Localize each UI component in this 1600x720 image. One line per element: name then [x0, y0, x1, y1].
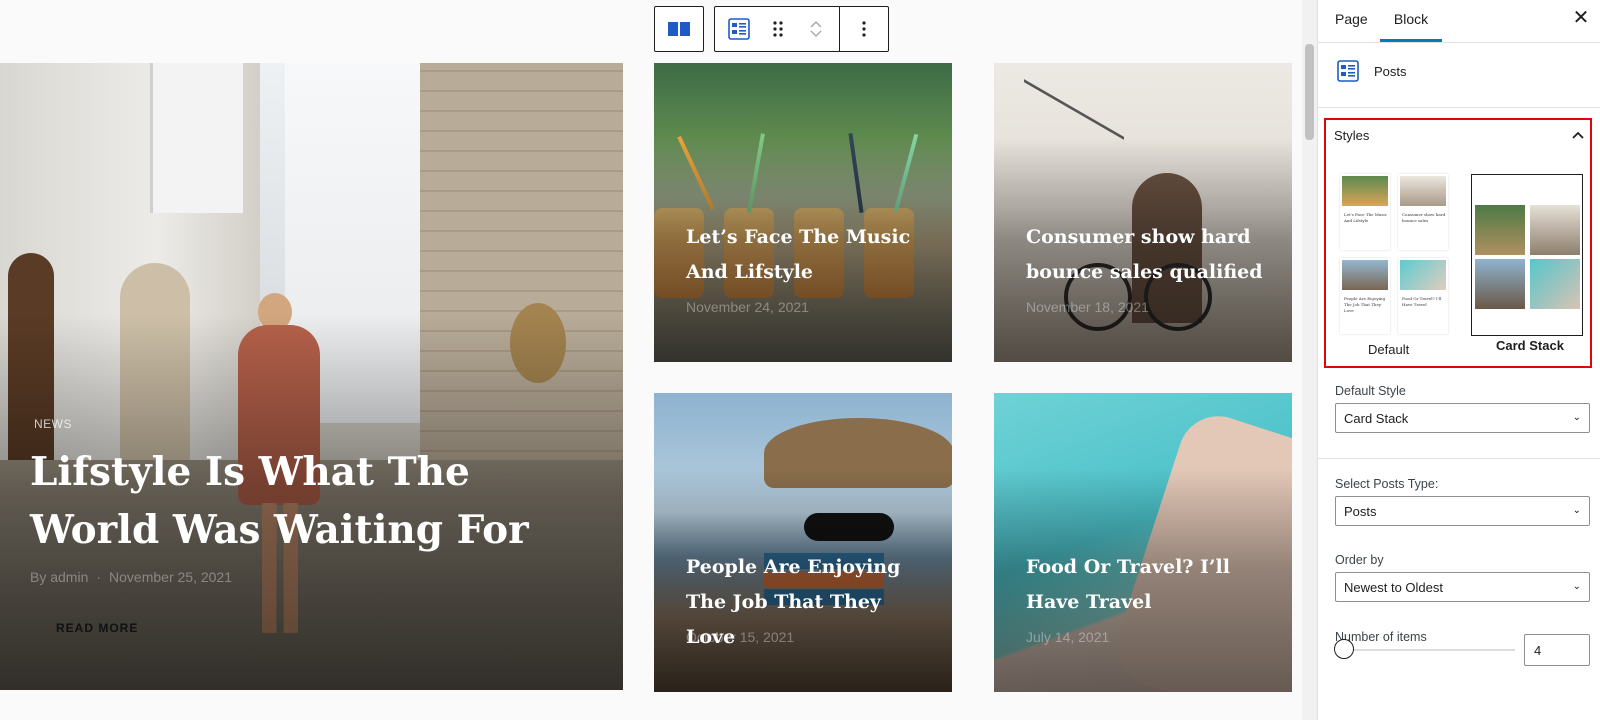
columns-icon[interactable]	[655, 6, 703, 52]
number-of-items-value: 4	[1534, 643, 1542, 658]
style-preview-image	[1400, 176, 1446, 206]
style-preview-card: People Are Enjoying The Job That They Lo…	[1340, 258, 1390, 334]
mover-controls	[793, 6, 839, 52]
style-preview-title: Let's Face The Music And Lifstyle	[1344, 212, 1387, 223]
slider-handle[interactable]	[1334, 639, 1354, 659]
order-by-select[interactable]: Newest to Oldest ⌄	[1335, 572, 1590, 602]
style-preview-card	[1475, 205, 1525, 255]
block-card: Posts	[1318, 43, 1600, 108]
post-title[interactable]: Food Or Travel? I’ll Have Travel	[1026, 550, 1276, 620]
posts-type-value: Posts	[1344, 504, 1377, 519]
default-style-value: Card Stack	[1344, 411, 1409, 426]
style-preview-card	[1530, 205, 1580, 255]
hero-meta: By admin · November 25, 2021	[30, 569, 232, 585]
hero-image-balcony	[150, 63, 243, 213]
toolbar-block-group	[714, 6, 889, 52]
close-icon[interactable]: ✕	[1570, 8, 1592, 30]
drag-handle-icon[interactable]	[763, 6, 793, 52]
post-date: November 24, 2021	[686, 299, 809, 315]
style-preview-card: Food Or Travel? I'll Have Travel	[1398, 258, 1448, 334]
style-option-card-stack[interactable]	[1471, 174, 1583, 336]
sidebar-tabs: Page Block ✕	[1318, 0, 1600, 43]
styles-panel: Styles Let's Face The Music And Lifstyle…	[1324, 118, 1592, 368]
post-title[interactable]: Consumer show hard bounce sales qualifie…	[1026, 220, 1276, 290]
tab-page[interactable]: Page	[1335, 0, 1368, 42]
style-preview-card: Let's Face The Music And Lifstyle	[1340, 174, 1390, 250]
style-option-card-stack-label[interactable]: Card Stack	[1496, 338, 1564, 353]
settings-sidebar: Page Block ✕ Posts Styles Let's Face The…	[1317, 0, 1600, 720]
hero-author[interactable]: By admin	[30, 569, 88, 585]
scrollbar-thumb[interactable]	[1305, 44, 1314, 140]
post-card[interactable]: Let’s Face The Music And Lifstyle Novemb…	[654, 63, 952, 362]
style-preview-image	[1400, 260, 1446, 290]
toolbar-parent-group	[654, 6, 704, 52]
style-preview-card: Consumer show hard bounce sales	[1398, 174, 1448, 250]
canvas-scrollbar[interactable]	[1302, 0, 1317, 720]
style-preview-title: Consumer show hard bounce sales	[1402, 212, 1446, 223]
post-date: July 14, 2021	[1026, 629, 1110, 645]
style-preview-image	[1342, 176, 1388, 206]
post-card[interactable]: Food Or Travel? I’ll Have Travel July 14…	[994, 393, 1292, 692]
read-more-link[interactable]: READ MORE	[56, 621, 138, 635]
block-name: Posts	[1374, 64, 1407, 79]
style-preview-title: Food Or Travel? I'll Have Travel	[1402, 296, 1442, 307]
chevron-up-icon[interactable]	[1572, 128, 1584, 142]
move-down-icon[interactable]	[809, 29, 823, 39]
number-of-items-slider[interactable]	[1345, 649, 1515, 651]
editor-canvas[interactable]: NEWS Lifstyle Is What The World Was Wait…	[0, 0, 1302, 720]
style-option-default[interactable]: Let's Face The Music And Lifstyle Consum…	[1340, 174, 1450, 334]
posts-block-icon	[1337, 60, 1359, 87]
hero-category[interactable]: NEWS	[34, 417, 72, 431]
post-card[interactable]: Consumer show hard bounce sales qualifie…	[994, 63, 1292, 362]
hero-post-card[interactable]: NEWS Lifstyle Is What The World Was Wait…	[0, 63, 623, 690]
style-option-default-label[interactable]: Default	[1368, 342, 1409, 357]
move-up-icon[interactable]	[809, 19, 823, 29]
tab-block[interactable]: Block	[1380, 0, 1442, 42]
posts-block-icon[interactable]	[715, 6, 763, 52]
chevron-down-icon: ⌄	[1572, 505, 1581, 516]
more-options-icon[interactable]	[840, 6, 888, 52]
meta-separator: ·	[96, 569, 102, 585]
default-style-select[interactable]: Card Stack ⌄	[1335, 403, 1590, 433]
posts-type-label: Select Posts Type:	[1335, 477, 1439, 491]
style-preview-card	[1475, 259, 1525, 309]
styles-panel-title[interactable]: Styles	[1334, 128, 1369, 143]
default-style-label: Default Style	[1335, 384, 1406, 398]
chevron-down-icon: ⌄	[1572, 412, 1581, 423]
post-date: November 18, 2021	[1026, 299, 1149, 315]
hero-title[interactable]: Lifstyle Is What The World Was Waiting F…	[30, 443, 600, 559]
order-by-value: Newest to Oldest	[1344, 580, 1443, 595]
post-date: October 15, 2021	[686, 629, 795, 645]
style-preview-title: People Are Enjoying The Job That They Lo…	[1344, 296, 1386, 313]
style-preview-card	[1530, 259, 1580, 309]
number-of-items-input[interactable]: 4	[1524, 634, 1590, 666]
hero-date: November 25, 2021	[109, 569, 232, 585]
post-card[interactable]: People Are Enjoying The Job That They Lo…	[654, 393, 952, 692]
panel-divider	[1318, 458, 1600, 459]
posts-type-select[interactable]: Posts ⌄	[1335, 496, 1590, 526]
chevron-down-icon: ⌄	[1572, 581, 1581, 592]
post-title[interactable]: Let’s Face The Music And Lifstyle	[686, 220, 936, 290]
order-by-label: Order by	[1335, 553, 1384, 567]
style-preview-image	[1342, 260, 1388, 290]
block-toolbar	[654, 6, 889, 52]
